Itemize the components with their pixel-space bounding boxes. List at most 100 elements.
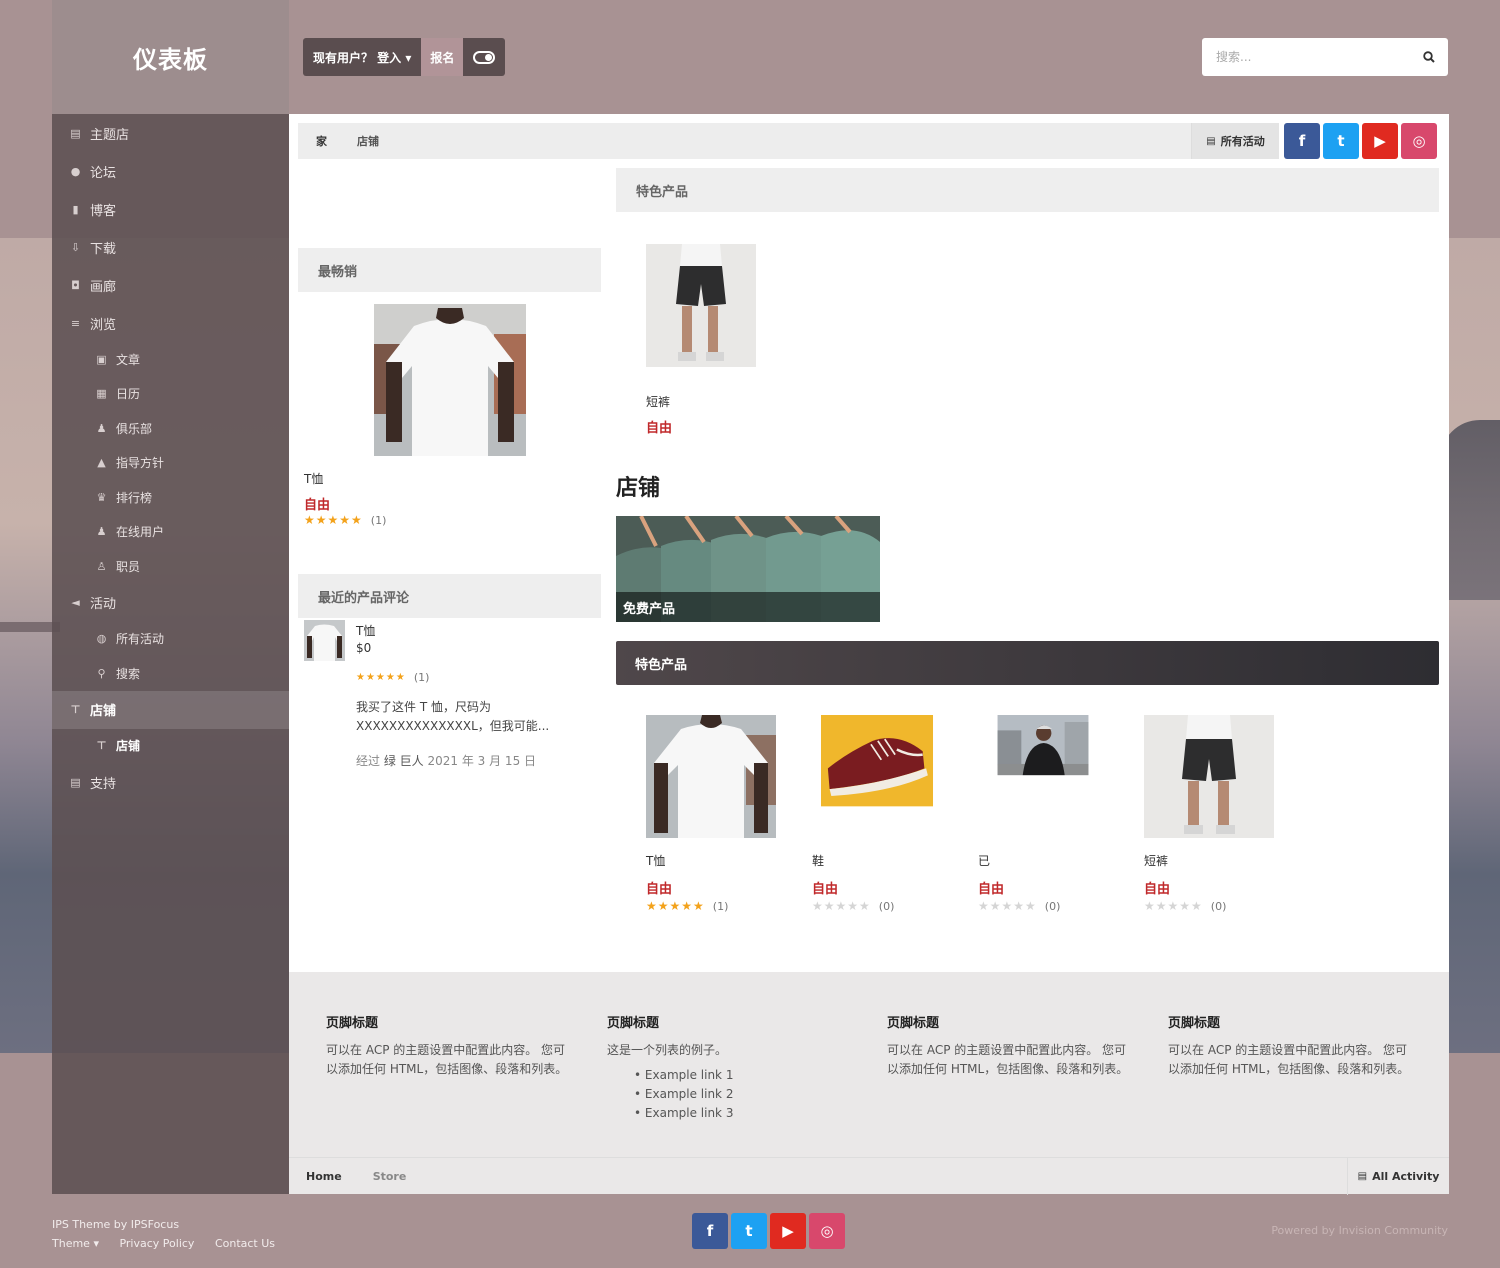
book-icon: ▮ <box>72 202 79 216</box>
sidebar-item[interactable]: ▤ 主题店 <box>52 114 289 152</box>
featured-product-image[interactable] <box>646 244 756 367</box>
sidebar-item[interactable]: ♟ 俱乐部 <box>52 411 289 446</box>
rating-count: (0) <box>1044 899 1061 913</box>
sidebar-item[interactable]: ⊤ 店铺 <box>52 729 289 764</box>
theme-credit[interactable]: IPS Theme by IPSFocus <box>52 1215 292 1234</box>
sidebar-item[interactable]: ▲ 指导方针 <box>52 446 289 481</box>
all-activity-link[interactable]: ▤ 所有活动 <box>1191 123 1279 159</box>
review-text[interactable]: 我买了这件 T 恤，尺码为 XXXXXXXXXXXXXXL，但我可能... <box>356 698 556 736</box>
featured-product-price: 自由 <box>646 421 673 436</box>
product-price: 自由 <box>646 882 673 897</box>
theme-selector[interactable]: Theme ▾ <box>52 1237 99 1250</box>
star-rating: ★★★★★ <box>356 672 406 683</box>
featured-product-name[interactable]: 短裤 <box>646 393 670 410</box>
sidebar-item[interactable]: ⚲ 搜索 <box>52 656 289 691</box>
sidebar-item[interactable]: ♟ 在线用户 <box>52 515 289 550</box>
sidebar-item[interactable]: ♛ 排行榜 <box>52 480 289 515</box>
sidebar-item[interactable]: ▦ 日历 <box>52 377 289 412</box>
trophy-icon: ♛ <box>96 490 107 504</box>
review-meta: 经过 绿 巨人 2021 年 3 月 15 日 <box>356 752 536 769</box>
review-date: 2021 年 3 月 15 日 <box>427 754 537 768</box>
sidebar-item[interactable]: ≡ 浏览 <box>52 304 289 342</box>
search-button[interactable] <box>1410 38 1448 76</box>
product-image <box>997 715 1089 776</box>
product-name[interactable]: 鞋 <box>812 852 942 869</box>
product-name[interactable]: 短裤 <box>1144 852 1274 869</box>
footer-breadcrumb-store[interactable]: Store <box>356 1170 421 1183</box>
sidebar-item[interactable]: ◄ 活动 <box>52 584 289 622</box>
sidebar-item[interactable]: ♙ 职员 <box>52 549 289 584</box>
bestseller-heading: 最畅销 <box>298 248 601 292</box>
review-product-name[interactable]: T恤 <box>356 622 375 639</box>
footer-link[interactable]: Example link 3 <box>645 1104 852 1123</box>
sidebar-item-label: 在线用户 <box>116 525 165 540</box>
all-activity-label: 所有活动 <box>1220 135 1265 148</box>
review-author[interactable]: 绿 巨人 <box>384 754 424 768</box>
sidebar-item[interactable]: ◘ 画廊 <box>52 266 289 304</box>
facebook-icon[interactable]: f <box>1284 123 1320 159</box>
facebook-icon[interactable]: f <box>692 1213 728 1249</box>
sidebar-item[interactable]: ● 论坛 <box>52 152 289 190</box>
sidebar-item-label: 论坛 <box>90 165 117 181</box>
sign-in-dropdown[interactable]: 现有用户？ 登入 ▾ <box>303 38 422 76</box>
sidebar-item[interactable]: ▤ 支持 <box>52 763 289 801</box>
footer-all-activity-link[interactable]: ▤ All Activity <box>1347 1158 1449 1195</box>
sign-up-button[interactable]: 报名 <box>421 38 464 76</box>
footer-text: 可以在 ACP 的主题设置中配置此内容。 您可以添加任何 HTML，包括图像、段… <box>326 1043 568 1076</box>
sidebar-item[interactable]: ⊤ 店铺 <box>52 690 289 729</box>
footer-breadcrumb-home[interactable]: Home <box>289 1170 356 1183</box>
reviews-heading: 最近的产品评论 <box>298 574 601 618</box>
footer-title: 页脚标题 <box>887 1016 940 1031</box>
instagram-icon[interactable]: ◎ <box>1401 123 1437 159</box>
footer-link[interactable]: Example link 2 <box>645 1085 852 1104</box>
product-price: 自由 <box>1144 882 1171 897</box>
bestseller-product-image[interactable] <box>374 304 526 456</box>
footer-text: 这是一个列表的例子。 <box>607 1043 728 1057</box>
footer-link[interactable]: Example link 1 <box>645 1066 852 1085</box>
twitter-icon[interactable]: t <box>1323 123 1359 159</box>
youtube-icon[interactable]: ▶ <box>1362 123 1398 159</box>
sidebar-item[interactable]: ▣ 文章 <box>52 342 289 377</box>
footer-title: 页脚标题 <box>607 1016 660 1031</box>
toggle-icon <box>473 50 496 64</box>
review-product-thumbnail[interactable] <box>304 620 345 661</box>
powered-by-link[interactable]: Powered by Invision Community <box>1271 1224 1448 1237</box>
youtube-icon[interactable]: ▶ <box>770 1213 806 1249</box>
contact-us-link[interactable]: Contact Us <box>215 1237 275 1250</box>
bottom-link-row: Theme ▾ Privacy Policy Contact Us <box>52 1234 292 1253</box>
privacy-policy-link[interactable]: Privacy Policy <box>119 1237 194 1250</box>
sidebar-item-label: 主题店 <box>90 127 130 143</box>
user-bar: 现有用户？ 登入 ▾ 报名 <box>303 38 506 76</box>
activity-icon: ▤ <box>1206 135 1216 147</box>
instagram-icon[interactable]: ◎ <box>809 1213 845 1249</box>
product-card[interactable]: T恤 自由 ★★★★★ (1) <box>646 715 776 913</box>
twitter-icon[interactable]: t <box>731 1213 767 1249</box>
rating-count: (1) <box>712 899 729 913</box>
category-card[interactable]: 免费产品 <box>616 516 880 622</box>
product-name[interactable]: T恤 <box>646 852 776 869</box>
download-icon: ⇩ <box>70 240 81 254</box>
site-logo[interactable]: 仪表板 <box>133 40 208 75</box>
product-card[interactable]: 鞋 自由 ★★★★★ (0) <box>812 715 942 913</box>
bestseller-name[interactable]: T恤 <box>304 470 323 487</box>
search-input[interactable] <box>1202 38 1410 76</box>
bottom-links: IPS Theme by IPSFocus Theme ▾ Privacy Po… <box>52 1215 292 1253</box>
rating-count: (1) <box>370 513 387 527</box>
sidebar-item[interactable]: ◍ 所有活动 <box>52 622 289 657</box>
rating-count: (0) <box>1210 899 1227 913</box>
warning-icon: ▲ <box>97 456 106 470</box>
sidebar-item[interactable]: ▮ 博客 <box>52 190 289 228</box>
sidebar-item[interactable]: ⇩ 下载 <box>52 228 289 266</box>
theme-toggle[interactable] <box>463 38 506 76</box>
breadcrumb-store[interactable]: 店铺 <box>339 133 391 149</box>
product-card[interactable]: 短裤 自由 ★★★★★ (0) <box>1144 715 1274 913</box>
footer-column: 页脚标题 可以在 ACP 的主题设置中配置此内容。 您可以添加任何 HTML，包… <box>326 1012 571 1079</box>
breadcrumb-home[interactable]: 家 <box>298 133 339 149</box>
product-name[interactable]: 已 <box>978 852 1108 869</box>
footer-text: 可以在 ACP 的主题设置中配置此内容。 您可以添加任何 HTML，包括图像、段… <box>1168 1043 1410 1076</box>
footer-breadcrumb: Home Store ▤ All Activity <box>289 1157 1449 1195</box>
review-product-price: $0 <box>356 641 372 655</box>
product-rating: ★★★★★ (0) <box>812 899 942 913</box>
product-card[interactable]: 已 自由 ★★★★★ (0) <box>978 715 1108 913</box>
star-rating: ★★★★★ <box>978 899 1037 913</box>
